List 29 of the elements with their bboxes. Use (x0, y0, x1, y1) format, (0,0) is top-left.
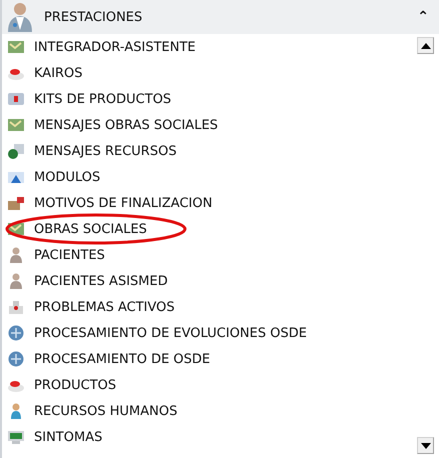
panel-header[interactable]: PRESTACIONES ⌃ (2, 0, 439, 34)
up-arrow-icon (420, 42, 430, 48)
list-item[interactable]: PACIENTES ASISMED (34, 274, 168, 288)
person-icon (7, 273, 25, 289)
panel-title: PRESTACIONES (44, 10, 144, 24)
list-item[interactable]: MENSAJES OBRAS SOCIALES (34, 118, 218, 132)
list-item[interactable]: SINTOMAS (34, 430, 102, 444)
list-item[interactable]: KITS DE PRODUCTOS (34, 92, 172, 106)
monitor-icon (7, 429, 25, 445)
list-item[interactable]: PRODUCTOS (34, 378, 116, 392)
list-item[interactable]: PROCESAMIENTO DE OSDE (34, 352, 210, 366)
list-item[interactable]: MENSAJES RECURSOS (34, 144, 177, 158)
list-item[interactable]: KAIROS (34, 66, 83, 80)
scroll-up-button[interactable] (417, 37, 434, 54)
box-icon (7, 195, 25, 211)
person-icon (7, 247, 25, 263)
list-item[interactable]: MODULOS (34, 170, 100, 184)
collapse-icon[interactable]: ⌃ (417, 9, 429, 25)
down-arrow-icon (420, 442, 430, 448)
list-item[interactable]: PROBLEMAS ACTIVOS (34, 300, 175, 314)
list-item[interactable]: PACIENTES (34, 248, 105, 262)
kit-icon (7, 91, 25, 107)
list-item[interactable]: MOTIVOS DE FINALIZACION (34, 196, 212, 210)
doctor-icon (6, 2, 34, 32)
list-item[interactable]: INTEGRADOR-ASISTENTE (34, 40, 196, 54)
module-icon (7, 169, 25, 185)
list-item[interactable]: RECURSOS HUMANOS (34, 404, 178, 418)
list-item[interactable]: PROCESAMIENTO DE EVOLUCIONES OSDE (34, 326, 307, 340)
scroll-down-button[interactable] (417, 437, 434, 454)
